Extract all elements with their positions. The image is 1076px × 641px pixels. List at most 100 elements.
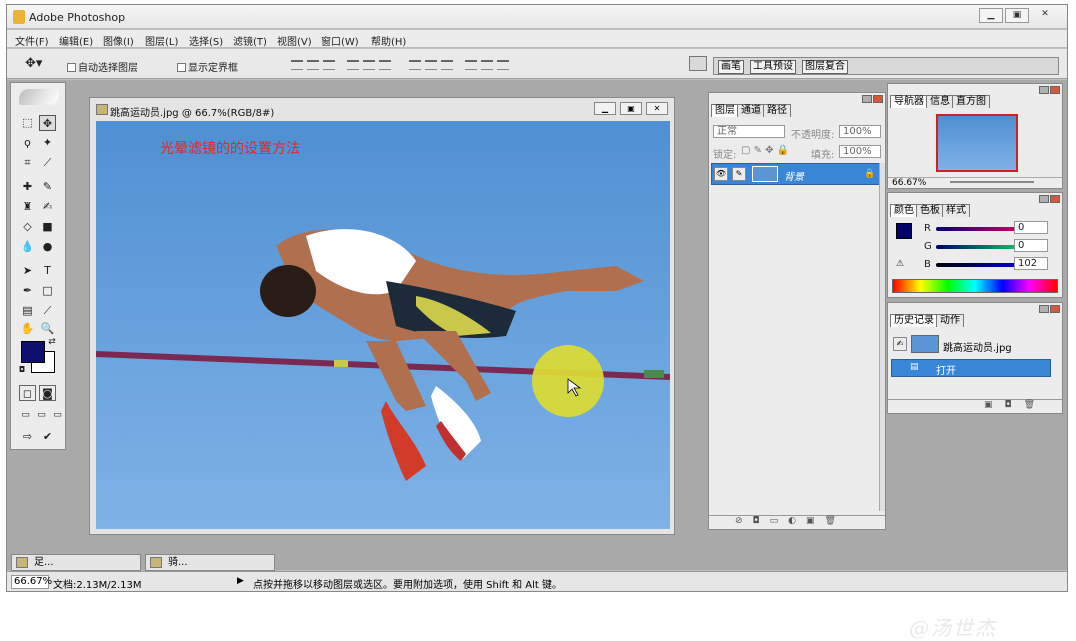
tab-layers[interactable]: 图层	[711, 104, 739, 117]
tab-actions[interactable]: 动作	[936, 314, 964, 327]
menu-help[interactable]: 帮助(H)	[371, 33, 406, 48]
align-top-icon[interactable]	[291, 60, 303, 70]
history-step-open[interactable]: ▤ 打开	[891, 359, 1051, 377]
panel-close-icon[interactable]	[1050, 195, 1060, 203]
menu-edit[interactable]: 编辑(E)	[59, 33, 93, 48]
move-tool-preset-icon[interactable]: ✥▾	[25, 56, 42, 71]
panel-minimize-icon[interactable]	[862, 95, 872, 103]
healing-brush-tool-icon[interactable]: ✚	[19, 179, 36, 195]
align-hcenter-icon[interactable]	[363, 60, 375, 70]
quick-mask-mode-icon[interactable]: ◙	[39, 385, 56, 401]
color-ramp[interactable]	[892, 279, 1058, 293]
history-brush-tool-icon[interactable]: ✍	[39, 199, 56, 215]
screen-mode-standard-icon[interactable]: ▭	[17, 407, 34, 423]
layer-row-background[interactable]: 👁 ✎ 背景 🔒	[711, 163, 881, 185]
hand-tool-icon[interactable]: ✋	[19, 321, 36, 337]
menu-filter[interactable]: 滤镜(T)	[233, 33, 267, 48]
gamut-warning-icon[interactable]: ⚠	[896, 259, 904, 269]
panel-close-icon[interactable]	[1050, 86, 1060, 94]
status-arrow-icon[interactable]: ▶	[237, 576, 244, 586]
default-colors-icon[interactable]: ◘	[17, 365, 27, 375]
eyedropper-tool-icon[interactable]: ⟋	[39, 303, 56, 319]
panel-close-icon[interactable]	[1050, 305, 1060, 313]
minimize-button[interactable]: ▁	[979, 8, 1003, 23]
menu-file[interactable]: 文件(F)	[15, 33, 49, 48]
g-value[interactable]: 0	[1014, 239, 1048, 252]
zoom-slider[interactable]	[950, 181, 1034, 183]
doc-maximize-button[interactable]: ▣	[620, 102, 642, 115]
gradient-tool-icon[interactable]: ■	[39, 219, 56, 235]
screen-mode-full-icon[interactable]: ▭	[49, 407, 66, 423]
well-tab-brushes[interactable]: 画笔	[718, 60, 744, 74]
notes-tool-icon[interactable]: ▤	[19, 303, 36, 319]
panel-minimize-icon[interactable]	[1039, 305, 1049, 313]
menu-image[interactable]: 图像(I)	[103, 33, 134, 48]
marquee-tool-icon[interactable]: ⬚	[19, 115, 36, 131]
move-tool-icon[interactable]: ✥	[39, 115, 56, 131]
status-zoom[interactable]: 66.67%	[11, 575, 52, 589]
layers-footer-buttons[interactable]: ⊘◘▭◐▣🗑	[709, 515, 885, 529]
show-bounds-option[interactable]: 显示定界框	[177, 59, 238, 74]
history-brush-source-icon[interactable]: ✍	[893, 337, 907, 351]
navigator-thumbnail[interactable]	[936, 114, 1018, 172]
panel-minimize-icon[interactable]	[1039, 195, 1049, 203]
blur-tool-icon[interactable]: 💧	[19, 239, 36, 255]
panel-close-icon[interactable]	[873, 95, 883, 103]
close-button[interactable]: ✕	[1033, 8, 1057, 23]
doc-close-button[interactable]: ✕	[646, 102, 668, 115]
tab-styles[interactable]: 样式	[942, 204, 970, 217]
edit-in-imageready-icon[interactable]: ✔	[39, 429, 56, 445]
eraser-tool-icon[interactable]: ◇	[19, 219, 36, 235]
menu-select[interactable]: 选择(S)	[189, 33, 223, 48]
distribute-vcenter-icon[interactable]	[425, 60, 437, 70]
tab-channels[interactable]: 通道	[737, 104, 765, 117]
doc-minimize-button[interactable]: ▁	[594, 102, 616, 115]
slice-tool-icon[interactable]: ⟋	[39, 155, 56, 171]
color-fg-swatch[interactable]	[896, 223, 912, 239]
crop-tool-icon[interactable]: ⌗	[19, 155, 36, 171]
distribute-hcenter-icon[interactable]	[481, 60, 493, 70]
auto-select-checkbox[interactable]	[67, 63, 76, 72]
auto-select-option[interactable]: 自动选择图层	[67, 59, 138, 74]
well-tab-layer-comps[interactable]: 图层复合	[802, 60, 848, 74]
navigator-zoom[interactable]: 66.67%	[892, 178, 926, 188]
brush-link-icon[interactable]: ✎	[732, 167, 746, 181]
path-selection-tool-icon[interactable]: ➤	[19, 263, 36, 279]
distribute-right-icon[interactable]	[497, 60, 509, 70]
distribute-left-icon[interactable]	[465, 60, 477, 70]
tab-navigator[interactable]: 导航器	[890, 95, 928, 108]
clone-stamp-tool-icon[interactable]: ♜	[19, 199, 36, 215]
tab-histogram[interactable]: 直方图	[952, 95, 990, 108]
maximize-button[interactable]: ▣	[1005, 8, 1029, 23]
magic-wand-tool-icon[interactable]: ✦	[39, 135, 56, 151]
minimized-doc-2[interactable]: 骑...	[145, 554, 275, 571]
image-canvas[interactable]: 光晕滤镜的的设置方法	[96, 121, 670, 529]
menu-window[interactable]: 窗口(W)	[321, 33, 359, 48]
align-right-icon[interactable]	[379, 60, 391, 70]
show-bounds-checkbox[interactable]	[177, 63, 186, 72]
layers-scrollbar[interactable]	[879, 163, 885, 511]
file-browser-icon[interactable]	[689, 56, 707, 71]
minimized-doc-1[interactable]: 足...	[11, 554, 141, 571]
distribute-top-icon[interactable]	[409, 60, 421, 70]
tab-color[interactable]: 颜色	[890, 204, 918, 217]
history-snapshot-row[interactable]: ✍ 跳高运动员.jpg	[891, 333, 1051, 355]
swap-colors-icon[interactable]: ⇄	[47, 337, 57, 347]
shape-tool-icon[interactable]: □	[39, 283, 56, 299]
dodge-tool-icon[interactable]: ●	[39, 239, 56, 255]
align-bottom-icon[interactable]	[323, 60, 335, 70]
tab-info[interactable]: 信息	[926, 95, 954, 108]
panel-minimize-icon[interactable]	[1039, 86, 1049, 94]
distribute-bottom-icon[interactable]	[441, 60, 453, 70]
type-tool-icon[interactable]: T	[39, 263, 56, 279]
well-tab-tool-presets[interactable]: 工具预设	[750, 60, 796, 74]
tab-swatches[interactable]: 色板	[916, 204, 944, 217]
standard-mode-icon[interactable]: ◻	[19, 385, 36, 401]
blend-mode-select[interactable]: 正常	[713, 125, 785, 138]
align-left-icon[interactable]	[347, 60, 359, 70]
visibility-eye-icon[interactable]: 👁	[714, 167, 728, 181]
screen-mode-full-menu-icon[interactable]: ▭	[33, 407, 50, 423]
menu-view[interactable]: 视图(V)	[277, 33, 312, 48]
history-footer-buttons[interactable]: ▣◘🗑	[888, 399, 1062, 413]
b-value[interactable]: 102	[1014, 257, 1048, 270]
